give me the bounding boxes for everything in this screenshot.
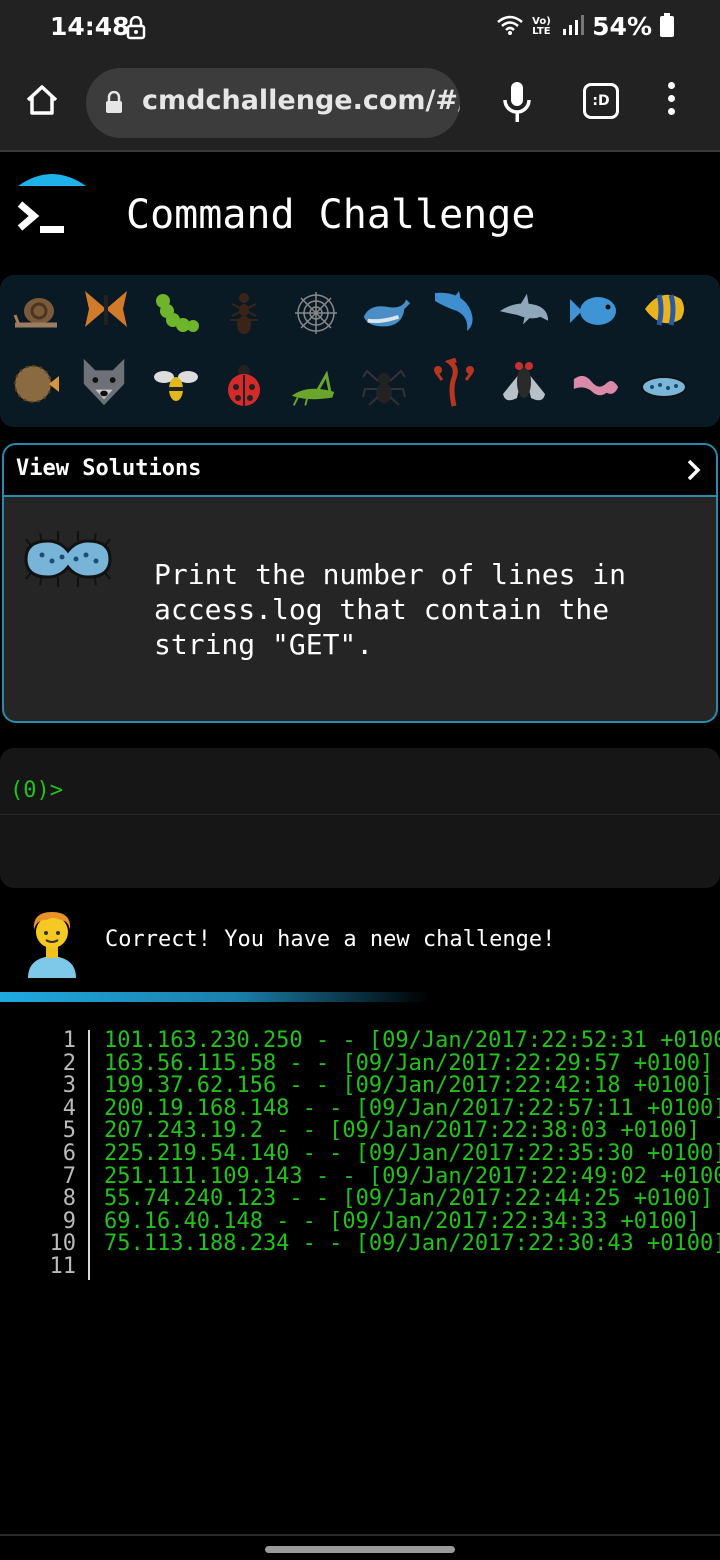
view-solutions-label: View Solutions <box>16 456 202 481</box>
battery-icon <box>660 12 674 41</box>
challenge-microbe-icon <box>18 529 118 593</box>
output-line: 75.113.188.234 - - [09/Jan/2017:22:30:43… <box>104 1231 720 1257</box>
view-solutions-header[interactable]: View Solutions <box>4 445 716 497</box>
challenge-creatures <box>0 275 720 427</box>
tropical-fish-icon[interactable] <box>638 283 690 335</box>
signal-icon <box>562 14 585 40</box>
lte-icon: Vo) LTE <box>532 15 551 37</box>
output-line: 200.19.168.148 - - [09/Jan/2017:22:57:11… <box>104 1095 720 1121</box>
output-line: 163.56.115.58 - - [09/Jan/2017:22:29:57 … <box>104 1050 714 1076</box>
line-number: 1 <box>62 1030 76 1053</box>
output-line: 69.16.40.148 - - [09/Jan/2017:22:34:33 +… <box>104 1208 701 1234</box>
fish-icon[interactable] <box>568 285 620 337</box>
caterpillar-icon[interactable] <box>150 287 202 339</box>
secure-lock-icon <box>104 90 124 119</box>
output-line: 55.74.240.123 - - [09/Jan/2017:22:44:25 … <box>104 1186 714 1212</box>
wifi-icon <box>496 14 524 40</box>
browser-toolbar: cmdchallenge.com/#/ :D <box>0 56 720 152</box>
home-icon <box>26 85 58 115</box>
spider-icon[interactable] <box>358 359 410 411</box>
status-icons: Vo) LTE 54% <box>496 12 674 41</box>
microphone-icon <box>503 82 531 122</box>
line-number: 2 <box>62 1050 76 1076</box>
line-number: 5 <box>62 1118 76 1144</box>
line-number: 3 <box>62 1073 76 1099</box>
terminal-prompt: (0)> <box>10 778 63 803</box>
worm-icon[interactable] <box>570 361 622 413</box>
output-line: 199.37.62.156 - - [09/Jan/2017:22:42:18 … <box>104 1073 714 1099</box>
status-bar: 14:48 Vo) LTE 54% <box>0 0 720 56</box>
page-title: Command Challenge <box>126 192 536 238</box>
output-line: 101.163.230.250 - - [09/Jan/2017:22:52:3… <box>104 1030 720 1053</box>
progress-bar <box>0 992 430 1002</box>
cricket-icon[interactable] <box>288 363 340 415</box>
feedback-message: Correct! You have a new challenge! <box>105 927 556 952</box>
address-bar[interactable]: cmdchallenge.com/#/ <box>86 68 460 138</box>
dolphin-icon[interactable] <box>428 285 480 337</box>
line-number: 4 <box>62 1095 76 1121</box>
blowfish-icon[interactable] <box>10 357 62 409</box>
output-line: 207.243.19.2 - - [09/Jan/2017:22:38:03 +… <box>104 1118 701 1144</box>
status-time: 14:48 <box>50 12 130 41</box>
line-number: 7 <box>62 1163 76 1189</box>
system-nav-bar <box>0 1534 720 1560</box>
line-number: 6 <box>62 1140 76 1166</box>
line-number: 8 <box>62 1186 76 1212</box>
url-text: cmdchallenge.com/#/ <box>142 85 460 116</box>
gesture-handle[interactable] <box>265 1546 455 1553</box>
dot <box>667 82 675 89</box>
home-button[interactable] <box>22 80 62 120</box>
browser-menu-button[interactable] <box>660 82 682 122</box>
output-line: 225.219.54.140 - - [09/Jan/2017:22:35:30… <box>104 1140 720 1166</box>
whale-icon[interactable] <box>360 285 412 337</box>
battery-percent: 54% <box>592 12 652 41</box>
scorpion-icon[interactable] <box>428 357 480 409</box>
butterfly-icon[interactable] <box>80 283 132 335</box>
output-lines: 101.163.230.250 - - [09/Jan/2017:22:52:3… <box>104 1030 720 1279</box>
spider-web-icon[interactable] <box>290 287 342 339</box>
ant-icon[interactable] <box>218 287 270 339</box>
line-number: 11 <box>49 1253 77 1279</box>
microbe-icon[interactable] <box>638 361 690 413</box>
line-number: 10 <box>49 1231 77 1257</box>
bee-icon[interactable] <box>150 359 202 411</box>
tab-switcher-button[interactable]: :D <box>583 83 619 119</box>
command-output: 1 2 3 4 5 6 7 8 9 10 11 101.163.230.250 - - [09/Ja… <box>0 1030 720 1280</box>
site-logo[interactable] <box>14 168 90 244</box>
challenge-description: Print the number of lines in access.log … <box>154 558 627 661</box>
dolphin-2-icon[interactable] <box>498 287 550 339</box>
terminal[interactable]: (0)> <box>0 748 720 888</box>
ladybug-icon[interactable] <box>218 359 270 411</box>
terminal-divider <box>0 814 720 815</box>
lock-icon <box>126 15 146 44</box>
dot <box>667 108 675 115</box>
line-number: 9 <box>62 1208 76 1234</box>
line-number-gutter: 1 2 3 4 5 6 7 8 9 10 11 <box>30 1030 90 1280</box>
challenge-card: View Solutions Print the number of lines… <box>2 443 718 723</box>
dot <box>667 95 675 102</box>
wolf-icon[interactable] <box>78 355 130 407</box>
voice-search-button[interactable] <box>500 80 534 124</box>
snail-icon[interactable] <box>10 285 62 337</box>
chevron-right-icon <box>686 457 702 487</box>
user-avatar-icon <box>24 906 80 978</box>
output-line: 251.111.109.143 - - [09/Jan/2017:22:49:0… <box>104 1163 720 1189</box>
terminal-logo-icon <box>17 174 86 233</box>
fly-icon[interactable] <box>498 355 550 407</box>
